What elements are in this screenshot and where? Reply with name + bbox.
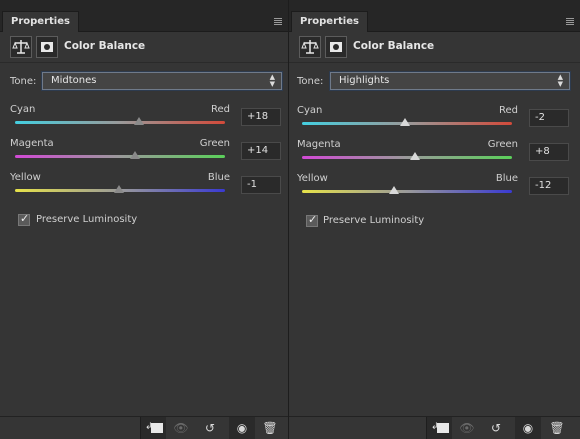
panel-top-strip <box>0 0 288 11</box>
chevron-updown-icon: ▲ ▼ <box>269 73 275 88</box>
preserve-luminosity-checkbox[interactable]: ✓ <box>18 212 30 226</box>
slider-left-label: Cyan <box>10 104 36 115</box>
delete-button[interactable]: 🗑 <box>544 417 570 439</box>
tone-select-value: Highlights <box>339 75 390 86</box>
value-field[interactable]: +8 <box>529 143 569 161</box>
layer-mask-icon[interactable] <box>325 36 347 58</box>
tone-label: Tone: <box>297 76 324 87</box>
slider-right-label: Red <box>499 105 518 116</box>
slider-thumb[interactable] <box>389 186 400 194</box>
slider-cyan-red: Cyan Red -2 <box>297 105 573 135</box>
panel-menu-icon[interactable] <box>566 18 574 25</box>
visibility-icon: ◉ <box>522 421 534 435</box>
tab-bar: Properties <box>0 11 288 32</box>
panel-title: Color Balance <box>64 40 146 52</box>
scales-icon[interactable] <box>10 36 32 58</box>
slider-left-label: Magenta <box>10 138 54 149</box>
tone-select-value: Midtones <box>51 75 97 86</box>
slider-thumb[interactable] <box>129 151 140 159</box>
checkmark-icon: ✓ <box>20 212 30 225</box>
slider-magenta-green: Magenta Green +8 <box>297 139 573 169</box>
panel-footer: ↲ 👁 ↺ ◉ 🗑 <box>289 416 580 439</box>
reset-button[interactable]: ↺ <box>483 417 509 439</box>
view-previous-state-button[interactable]: 👁 <box>454 417 480 439</box>
panel-footer: ↲ 👁 ↺ ◉ 🗑 <box>0 416 288 439</box>
slider-right-label: Blue <box>495 173 518 184</box>
trash-icon: 🗑 <box>549 421 565 435</box>
visibility-button[interactable]: ◉ <box>229 417 255 439</box>
clip-to-layer-button[interactable]: ↲ <box>140 417 166 439</box>
view-previous-state-icon: 👁 <box>173 421 189 435</box>
slider-left-label: Magenta <box>297 139 341 150</box>
visibility-icon: ◉ <box>236 421 248 435</box>
visibility-button[interactable]: ◉ <box>515 417 541 439</box>
slider-thumb[interactable] <box>113 185 124 193</box>
slider-left-label: Yellow <box>10 172 41 183</box>
delete-button[interactable]: 🗑 <box>257 417 283 439</box>
reset-icon: ↺ <box>490 421 502 435</box>
slider-track[interactable] <box>302 156 512 159</box>
slider-track[interactable] <box>302 190 512 193</box>
tab-bar: Properties <box>289 11 580 32</box>
preserve-luminosity-label: Preserve Luminosity <box>36 214 138 225</box>
slider-yellow-blue: Yellow Blue -1 <box>10 172 282 202</box>
tone-select[interactable]: Midtones ▲ ▼ <box>42 72 282 90</box>
slider-thumb[interactable] <box>399 118 410 126</box>
adjustment-header: Color Balance <box>0 32 288 63</box>
adjustment-header: Color Balance <box>289 32 580 63</box>
slider-cyan-red: Cyan Red +18 <box>10 104 282 134</box>
slider-right-label: Red <box>211 104 230 115</box>
value-field[interactable]: +18 <box>241 108 281 126</box>
chevron-updown-icon: ▲ ▼ <box>557 73 563 88</box>
slider-right-label: Green <box>199 138 230 149</box>
value-field[interactable]: +14 <box>241 142 281 160</box>
value-field[interactable]: -2 <box>529 109 569 127</box>
scales-icon[interactable] <box>299 36 321 58</box>
preserve-luminosity-checkbox[interactable]: ✓ <box>306 213 318 227</box>
slider-yellow-blue: Yellow Blue -12 <box>297 173 573 203</box>
value-field[interactable]: -1 <box>241 176 281 194</box>
slider-left-label: Yellow <box>297 173 328 184</box>
slider-right-label: Green <box>487 139 518 150</box>
panel-menu-icon[interactable] <box>274 18 282 25</box>
slider-magenta-green: Magenta Green +14 <box>10 138 282 168</box>
preserve-luminosity-label: Preserve Luminosity <box>323 215 425 226</box>
slider-track[interactable] <box>15 155 225 158</box>
slider-right-label: Blue <box>207 172 230 183</box>
clip-to-layer-icon <box>437 423 449 433</box>
reset-button[interactable]: ↺ <box>197 417 223 439</box>
panel-title: Color Balance <box>353 40 435 52</box>
clip-to-layer-button[interactable]: ↲ <box>426 417 452 439</box>
reset-icon: ↺ <box>204 421 216 435</box>
slider-track[interactable] <box>15 121 225 124</box>
tone-label: Tone: <box>10 76 37 87</box>
slider-left-label: Cyan <box>297 105 323 116</box>
properties-panel-right: Properties Color Balance Tone: Highlight… <box>289 0 580 439</box>
view-previous-state-button[interactable]: 👁 <box>168 417 194 439</box>
layer-mask-icon[interactable] <box>36 36 58 58</box>
value-field[interactable]: -12 <box>529 177 569 195</box>
properties-panel-left: Properties Color Balance Tone: Midtones … <box>0 0 288 439</box>
view-previous-state-icon: 👁 <box>459 421 475 435</box>
tab-properties[interactable]: Properties <box>2 11 79 32</box>
slider-thumb[interactable] <box>410 152 421 160</box>
checkmark-icon: ✓ <box>308 213 318 226</box>
trash-icon: 🗑 <box>262 421 278 435</box>
tab-properties[interactable]: Properties <box>291 11 368 32</box>
panel-top-strip <box>289 0 580 11</box>
tone-select[interactable]: Highlights ▲ ▼ <box>330 72 570 90</box>
clip-to-layer-icon <box>151 423 163 433</box>
slider-thumb[interactable] <box>133 117 144 125</box>
